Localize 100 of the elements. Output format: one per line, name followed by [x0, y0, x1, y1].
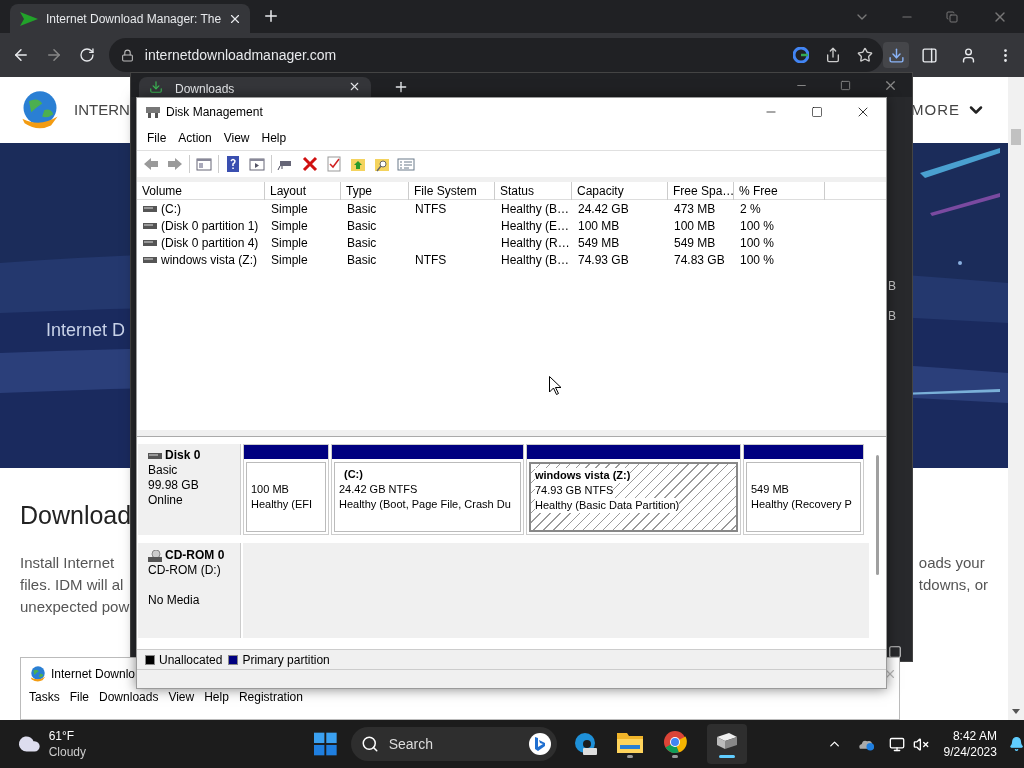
column-header[interactable]: Type [341, 182, 409, 200]
table-cell-text: Healthy (B… [501, 251, 570, 269]
table-cell-text: 549 MB [578, 234, 620, 252]
scrollbar-thumb[interactable] [876, 455, 879, 575]
file-size: B [888, 279, 896, 293]
menu-item[interactable]: File [65, 689, 94, 705]
disk-size: 99.98 GB [148, 478, 200, 493]
action-pane-icon[interactable] [248, 155, 266, 173]
menu-item[interactable]: Action [172, 127, 218, 149]
lock-icon [120, 48, 134, 62]
page-scrollbar[interactable] [1008, 77, 1024, 720]
globe-icon [29, 664, 47, 683]
download-icon [887, 46, 905, 64]
section-heading: Download [20, 500, 132, 531]
square-icon[interactable] [888, 645, 902, 659]
menu-item[interactable]: Help [255, 127, 293, 149]
paragraph-line: oads your [918, 553, 986, 573]
bing-icon [534, 737, 547, 751]
partition-block[interactable]: 100 MB Healthy (EFI [243, 444, 329, 535]
menu-item[interactable]: View [217, 127, 256, 149]
partition-size: 24.42 GB NTFS [339, 482, 419, 497]
column-header[interactable]: Layout [265, 182, 341, 200]
menu-item[interactable]: Downloads [95, 689, 163, 705]
profile-icon[interactable] [960, 46, 977, 64]
side-panel-icon[interactable] [921, 46, 938, 64]
partition-block[interactable]: 549 MB Healthy (Recovery P [743, 444, 864, 535]
menu-item[interactable]: Registration [234, 689, 307, 705]
legend-label: Unallocated [159, 651, 223, 669]
new-tab-icon[interactable] [262, 7, 280, 25]
console-tree-icon[interactable] [195, 155, 213, 173]
paragraph-line: tdowns, or [918, 575, 988, 595]
reload-icon[interactable] [78, 47, 95, 63]
table-cell-text: 74.93 GB [578, 251, 629, 269]
table-cell-text: 24.42 GB [578, 200, 629, 218]
column-header[interactable]: % Free [734, 182, 825, 200]
temperature-text: 61°F [48, 728, 76, 744]
table-cell-text: Simple [271, 200, 308, 218]
menu-item[interactable]: Help [200, 689, 233, 705]
url-text: internetdownloadmanager.com [144, 45, 337, 65]
network-icon[interactable] [889, 735, 906, 753]
maximize-icon [811, 106, 823, 118]
address-bar[interactable]: internetdownloadmanager.com [108, 38, 883, 72]
delete-icon[interactable] [301, 155, 319, 173]
disk-label-panel[interactable]: CD-ROM 0 CD-ROM (D:) No Media [138, 543, 241, 638]
folder-icon[interactable] [617, 730, 644, 753]
table-cell-text: NTFS [415, 200, 447, 218]
back-icon[interactable] [12, 46, 30, 64]
disk-name: CD-ROM 0 [165, 548, 225, 563]
google-g-icon[interactable] [793, 47, 809, 63]
paragraph-line: files. IDM will al [20, 575, 125, 595]
table-cell-text: Simple [271, 217, 308, 235]
table-cell-text: 100 MB [578, 217, 620, 235]
chrome-icon[interactable] [663, 730, 688, 754]
search-box[interactable]: Search [350, 727, 558, 761]
share-icon[interactable] [825, 47, 841, 63]
taskbar-app-button[interactable] [707, 724, 748, 764]
check-document-icon[interactable] [325, 155, 343, 173]
clock-time[interactable]: 8:42 AM [952, 728, 997, 744]
menu-item[interactable]: File [141, 127, 173, 149]
notification-bell-icon[interactable] [1008, 736, 1024, 752]
help-icon[interactable] [224, 155, 242, 173]
column-header[interactable]: Volume [137, 182, 265, 200]
column-header[interactable]: Free Spa… [668, 182, 734, 200]
clock-date[interactable]: 9/24/2023 [943, 744, 997, 760]
cd-drive-icon [148, 549, 162, 562]
browser-tab[interactable]: Downloads [139, 77, 371, 97]
edge-icon[interactable] [573, 732, 598, 756]
download-button[interactable] [883, 42, 909, 68]
drive-icon [143, 239, 157, 246]
disk-label-panel[interactable]: Disk 0 Basic 99.98 GB Online [138, 444, 241, 535]
table-cell-text: Healthy (E… [501, 217, 570, 235]
table-cell-text: (C:) [161, 200, 181, 218]
partition-status: Healthy (Recovery P [751, 497, 853, 512]
table-cell-text: Simple [271, 251, 308, 269]
menu-item[interactable]: View [164, 689, 199, 705]
table-cell-text: NTFS [415, 251, 447, 269]
window-title: Internet Downlo [51, 665, 136, 683]
start-icon[interactable] [314, 732, 337, 756]
forward-icon[interactable] [166, 155, 184, 173]
drive-icon [143, 205, 157, 212]
column-header[interactable]: File System [409, 182, 495, 200]
new-tab-icon[interactable] [393, 79, 409, 95]
play-arrow-icon [20, 11, 38, 26]
table-cell-text: Basic [347, 234, 377, 252]
table-cell-text: Simple [271, 234, 308, 252]
partition-block[interactable]: windows vista (Z:) 74.93 GB NTFS Healthy (Basic Data Partition) [526, 444, 741, 535]
paragraph-line: unexpected pow [20, 597, 131, 617]
table-cell-text: Basic [347, 217, 377, 235]
column-header[interactable]: Capacity [572, 182, 668, 200]
partition-title: windows vista (Z:) [535, 468, 631, 483]
star-icon[interactable] [857, 47, 873, 63]
browser-tab[interactable]: Internet Download Manager: The [10, 4, 250, 33]
disk-status: No Media [148, 593, 201, 608]
maximize-icon[interactable] [840, 79, 851, 91]
partition-block[interactable]: (C:) 24.42 GB NTFS Healthy (Boot, Page File, Crash Du [331, 444, 524, 535]
close-tab-icon[interactable] [348, 80, 361, 93]
column-header[interactable]: Status [495, 182, 572, 200]
restore-icon[interactable] [946, 10, 958, 23]
table-cell-text: Basic [347, 200, 377, 218]
menu-item[interactable]: Tasks [25, 689, 64, 705]
